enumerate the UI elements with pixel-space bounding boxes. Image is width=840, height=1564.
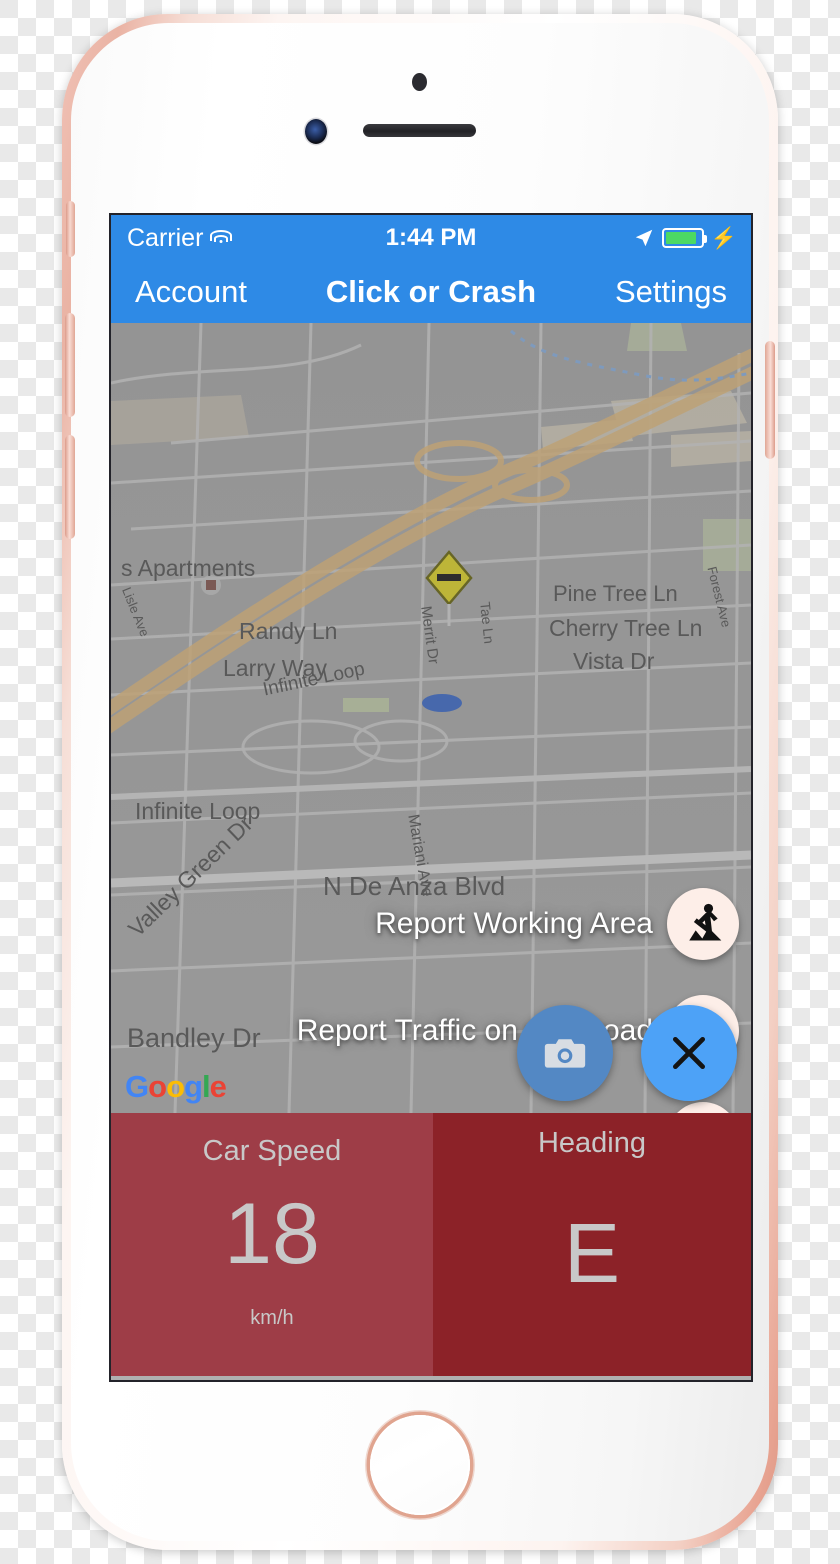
car-speed-card: Car Speed 18 km/h	[111, 1113, 433, 1376]
navigation-bar: Account Click or Crash Settings	[111, 261, 751, 323]
battery-icon	[661, 228, 707, 248]
status-bar-right: ⚡	[633, 227, 737, 249]
close-x-icon	[672, 1036, 706, 1070]
earpiece-speaker-icon	[363, 124, 476, 137]
heading-value: E	[563, 1206, 620, 1300]
road-work-icon[interactable]	[667, 888, 739, 960]
microphone-icon	[412, 73, 427, 91]
phone-front-panel: Carrier 1:44 PM ⚡ Account Click or Crash…	[65, 23, 775, 1541]
silent-switch[interactable]	[66, 201, 75, 257]
lightning-bolt-icon: ⚡	[710, 226, 737, 250]
google-letter: l	[201, 1069, 211, 1104]
map-view[interactable]: s Apartments Lisle Ave Randy Ln Larry Way Me…	[111, 323, 751, 1113]
car-speed-unit: km/h	[250, 1307, 294, 1329]
heading-card: Heading E	[432, 1113, 751, 1376]
google-letter: e	[209, 1069, 227, 1104]
camera-button[interactable]	[517, 1005, 613, 1101]
front-camera-icon	[305, 119, 327, 144]
volume-down-button[interactable]	[65, 435, 75, 539]
location-arrow-icon	[635, 229, 653, 247]
google-letter: g	[184, 1069, 203, 1104]
power-button[interactable]	[765, 341, 775, 459]
metrics-panel: Car Speed 18 km/h Heading E	[111, 1113, 751, 1376]
heading-title: Heading	[537, 1127, 646, 1159]
page-title: Click or Crash	[325, 274, 537, 309]
bottom-action-buttons	[517, 1005, 737, 1101]
account-button[interactable]: Account	[135, 274, 247, 310]
home-button[interactable]	[370, 1415, 470, 1515]
action-report-working-area[interactable]: Report Working Area	[375, 888, 739, 960]
action-label: Report Working Area	[375, 907, 653, 940]
google-letter: o	[166, 1069, 185, 1104]
google-letter: o	[148, 1069, 167, 1104]
action-add-speed-bump[interactable]: Add Speed Bump	[418, 1102, 739, 1113]
volume-up-button[interactable]	[65, 313, 75, 417]
car-speed-value: 18	[224, 1186, 320, 1282]
status-bar: Carrier 1:44 PM ⚡	[111, 215, 751, 261]
google-letter: G	[125, 1069, 149, 1104]
phone-screen: Carrier 1:44 PM ⚡ Account Click or Crash…	[109, 213, 753, 1382]
speed-bump-icon[interactable]	[667, 1102, 739, 1113]
close-button[interactable]	[641, 1005, 737, 1101]
settings-button[interactable]: Settings	[615, 274, 727, 310]
camera-icon	[544, 1039, 586, 1068]
car-speed-title: Car Speed	[202, 1135, 342, 1167]
phone-device: Carrier 1:44 PM ⚡ Account Click or Crash…	[62, 14, 778, 1550]
google-logo: Google	[125, 1069, 227, 1105]
